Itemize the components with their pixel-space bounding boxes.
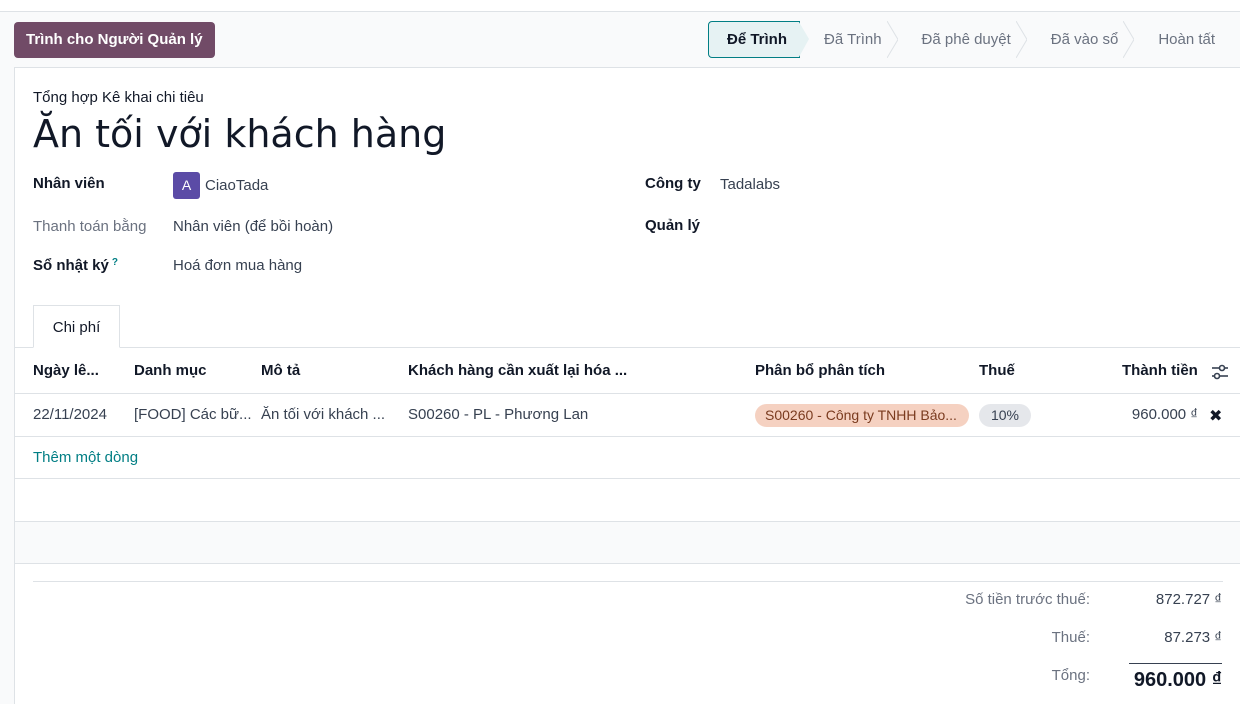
stage-label: Đã phê duyệt — [921, 31, 1011, 48]
table-header-divider — [15, 393, 1240, 394]
form-subtitle: Tổng hợp Kê khai chi tiêu — [33, 89, 204, 106]
journal-label-wrap: Sổ nhật ký? — [33, 257, 118, 274]
submit-to-manager-button[interactable]: Trình cho Người Quản lý — [14, 22, 215, 58]
column-tax[interactable]: Thuế — [979, 362, 1015, 379]
cell-amount: 960.000 ₫ — [1131, 406, 1198, 423]
row-divider — [15, 436, 1240, 437]
column-date[interactable]: Ngày lê... — [33, 362, 99, 379]
stage-posted[interactable]: Đã vào sổ — [1026, 21, 1135, 58]
stage-label: Để Trình — [727, 31, 788, 48]
total-label: Tổng: — [1051, 667, 1090, 684]
tax-label: Thuế: — [1051, 629, 1090, 646]
cell-description: Ăn tối với khách ... — [261, 406, 386, 423]
status-bar: Để Trình Đã Trình Đã phê duyệt Đã vào sổ… — [708, 21, 1234, 58]
stage-submitted[interactable]: Đã Trình — [800, 21, 899, 58]
paid-by-label: Thanh toán bằng — [33, 218, 147, 235]
column-category[interactable]: Danh mục — [134, 362, 207, 379]
stage-done[interactable]: Hoàn tất — [1134, 21, 1234, 58]
employee-label: Nhân viên — [33, 175, 105, 192]
top-bar — [0, 0, 1240, 12]
stage-label: Hoàn tất — [1158, 31, 1216, 48]
row-divider — [15, 478, 1240, 479]
column-customer[interactable]: Khách hàng cần xuất lại hóa ... — [408, 362, 627, 379]
report-title[interactable]: Ăn tối với khách hàng — [33, 112, 446, 156]
manager-label: Quản lý — [645, 217, 701, 234]
cell-category: [FOOD] Các bữ... — [134, 406, 252, 423]
tab-divider — [15, 347, 1240, 348]
cell-customer: S00260 - PL - Phương Lan — [408, 406, 589, 423]
add-line-link[interactable]: Thêm một dòng — [33, 449, 138, 466]
row-divider — [15, 521, 1240, 522]
help-icon[interactable]: ? — [112, 257, 118, 268]
company-label: Công ty — [645, 175, 701, 192]
stage-label: Đã vào sổ — [1050, 31, 1119, 48]
close-icon[interactable]: ✖ — [1209, 406, 1222, 426]
total-divider — [1129, 663, 1222, 664]
analytic-tag: S00260 - Công ty TNHH Bảo... — [755, 404, 969, 427]
column-analytic[interactable]: Phân bổ phân tích — [755, 362, 885, 379]
tab-expenses[interactable]: Chi phí — [33, 305, 120, 348]
untaxed-value: 872.727 ₫ — [1155, 591, 1222, 608]
avatar: A — [173, 172, 200, 199]
tax-tag: 10% — [979, 404, 1031, 427]
stage-approved[interactable]: Đã phê duyệt — [897, 21, 1028, 58]
paid-by-field[interactable]: Nhân viên (để bồi hoàn) — [173, 218, 333, 235]
cell-date: 22/11/2024 — [33, 406, 107, 423]
column-description[interactable]: Mô tả — [261, 362, 300, 379]
total-value: 960.000 ₫ — [1133, 669, 1222, 691]
row-divider — [15, 563, 1240, 564]
untaxed-label: Số tiền trước thuế: — [965, 591, 1090, 608]
form-sheet — [14, 67, 1240, 704]
totals-divider — [33, 581, 1223, 582]
company-field[interactable]: Tadalabs — [720, 176, 780, 193]
journal-label: Sổ nhật ký — [33, 257, 109, 274]
column-amount[interactable]: Thành tiền — [1122, 362, 1198, 379]
tax-value: 87.273 ₫ — [1164, 629, 1222, 646]
empty-row — [15, 521, 1240, 563]
stage-label: Đã Trình — [824, 31, 882, 48]
journal-field[interactable]: Hoá đơn mua hàng — [173, 257, 302, 274]
stage-to-submit[interactable]: Để Trình — [708, 21, 811, 58]
employee-field[interactable]: CiaoTada — [205, 177, 268, 194]
sliders-icon[interactable] — [1211, 364, 1229, 380]
